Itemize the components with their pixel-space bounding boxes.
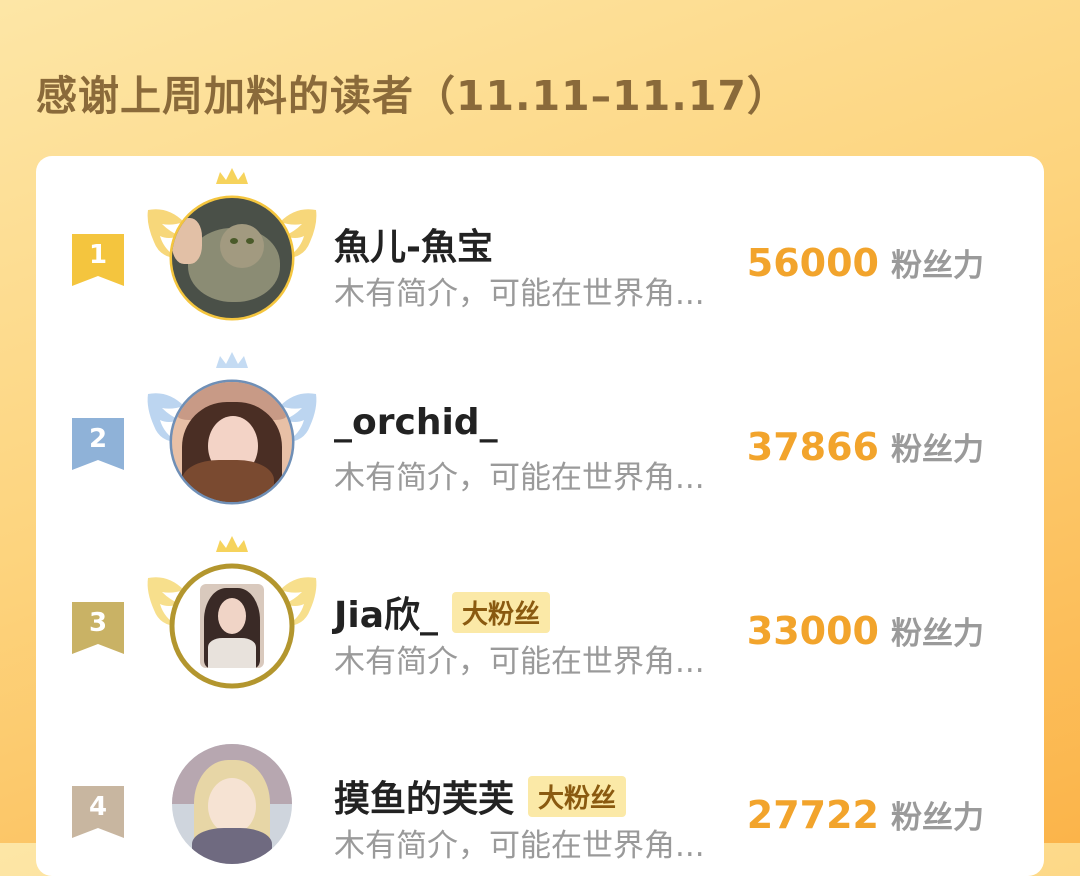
page-title: 感谢上周加料的读者（11.11–11.17） [36, 72, 789, 120]
list-item[interactable]: 2 _orchid_ 木有简介，可能在世界角... 37866 粉丝力 [36, 350, 1044, 534]
rank-badge: 1 [72, 234, 124, 286]
avatar[interactable] [144, 534, 320, 704]
reader-name[interactable]: 摸鱼的芙芙 大粉丝 [334, 770, 627, 822]
fan-power: 33000 粉丝力 [747, 608, 984, 653]
reader-bio: 木有简介，可能在世界角... [334, 276, 705, 312]
fan-power-value: 27722 [746, 793, 879, 837]
avatar[interactable] [144, 350, 320, 520]
fan-power-unit: 粉丝力 [891, 800, 984, 836]
big-fan-badge: 大粉丝 [528, 775, 627, 817]
fan-power: 56000 粉丝力 [747, 240, 984, 285]
rank-badge: 2 [72, 418, 124, 470]
fan-power: 27722 粉丝力 [747, 792, 984, 837]
fan-power-value: 33000 [746, 609, 879, 653]
fan-power-value: 37866 [746, 425, 879, 469]
rank-badge: 4 [72, 786, 124, 838]
reader-bio: 木有简介，可能在世界角... [334, 644, 705, 680]
fan-power-unit: 粉丝力 [891, 248, 984, 284]
rank-badge: 3 [72, 602, 124, 654]
fan-power-value: 56000 [746, 241, 879, 285]
big-fan-badge: 大粉丝 [452, 591, 551, 633]
avatar[interactable] [144, 718, 320, 876]
list-item[interactable]: 4 摸鱼的芙芙 大粉丝 木有简介，可能在世界角... 27722 粉丝力 [36, 718, 1044, 876]
list-item[interactable]: 1 魚儿-魚宝 木有简介，可能在世界角... 56000 粉丝力 [36, 166, 1044, 350]
fan-power: 37866 粉丝力 [747, 424, 984, 469]
fan-power-unit: 粉丝力 [891, 432, 984, 468]
reader-bio: 木有简介，可能在世界角... [334, 460, 705, 496]
reader-name[interactable]: Jia欣_ 大粉丝 [334, 586, 551, 638]
avatar[interactable] [144, 166, 320, 336]
reader-name[interactable]: _orchid_ [334, 402, 498, 443]
fan-power-unit: 粉丝力 [891, 616, 984, 652]
reader-name[interactable]: 魚儿-魚宝 [334, 218, 493, 270]
reader-ranking-list: 1 魚儿-魚宝 木有简介，可能在世界角... 56000 粉丝力 2 _orch… [36, 156, 1044, 876]
list-item[interactable]: 3 Jia欣_ 大粉丝 木有简介，可能在世界角... 33000 粉丝力 [36, 534, 1044, 718]
